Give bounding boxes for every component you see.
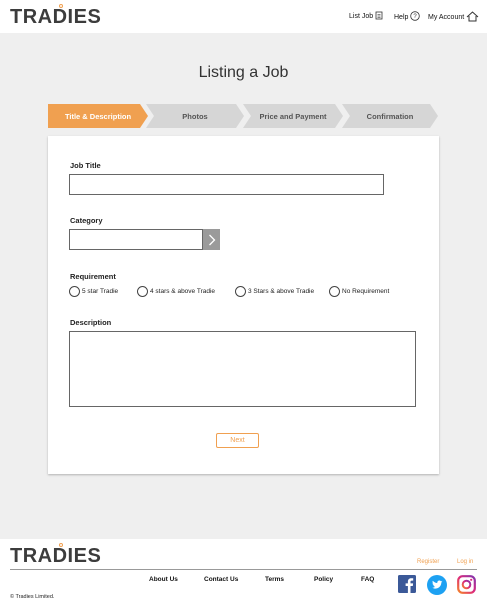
- clipboard-icon: [375, 11, 384, 22]
- radio-circle: [235, 286, 246, 297]
- next-button[interactable]: Next: [216, 433, 259, 448]
- list-job-label: List Job: [349, 13, 374, 20]
- step-label: Price and Payment: [259, 111, 327, 121]
- job-title-input[interactable]: [69, 174, 384, 195]
- footer-divider: [10, 569, 477, 570]
- footer-link-terms[interactable]: Terms: [265, 576, 284, 583]
- radio-circle: [69, 286, 80, 297]
- footer-link-contact[interactable]: Contact Us: [204, 576, 238, 583]
- logo-dot: [59, 4, 63, 8]
- footer-logo[interactable]: TRADIES: [10, 543, 102, 568]
- step-label: Confirmation: [366, 111, 414, 121]
- logo-text: TRADIES: [10, 545, 102, 567]
- step-photos[interactable]: Photos: [146, 104, 244, 128]
- step-label: Photos: [182, 111, 208, 121]
- job-title-label: Job Title: [70, 161, 101, 170]
- radio-circle: [329, 286, 340, 297]
- step-title-description[interactable]: Title & Description: [48, 104, 148, 128]
- page-title: Listing a Job: [198, 64, 289, 81]
- tradies-logo[interactable]: TRADIES: [10, 4, 102, 29]
- register-link[interactable]: Register: [417, 559, 439, 565]
- radio-label: 3 Stars & above Tradie: [248, 288, 315, 295]
- description-label: Description: [70, 318, 112, 327]
- svg-text:?: ?: [414, 14, 418, 20]
- twitter-icon[interactable]: [427, 575, 447, 595]
- description-textarea[interactable]: [69, 331, 416, 407]
- chevron-right-icon: [208, 234, 215, 245]
- instagram-icon[interactable]: [457, 575, 476, 594]
- copyright-text: © Tradies Limited.: [10, 594, 55, 600]
- question-circle-icon: ?: [410, 11, 421, 23]
- category-label: Category: [70, 216, 103, 225]
- my-account-label: My Account: [428, 14, 465, 21]
- footer-link-about[interactable]: About Us: [149, 576, 178, 583]
- requirement-label: Requirement: [70, 272, 116, 281]
- footer-link-policy[interactable]: Policy: [314, 576, 333, 583]
- radio-5-star[interactable]: 5 star Tradie: [69, 286, 118, 297]
- top-header: TRADIES List Job Help ? My Account: [0, 0, 487, 33]
- home-icon: [466, 11, 479, 24]
- radio-3-star[interactable]: 3 Stars & above Tradie: [235, 286, 314, 297]
- footer-link-faq[interactable]: FAQ: [361, 576, 374, 583]
- help-link[interactable]: Help ?: [394, 11, 421, 23]
- login-link[interactable]: Log in: [457, 559, 473, 565]
- radio-label: 5 star Tradie: [82, 288, 119, 295]
- radio-no-requirement[interactable]: No Requirement: [329, 286, 389, 297]
- logo-dot: [59, 543, 63, 547]
- facebook-icon[interactable]: [398, 575, 416, 593]
- list-job-link[interactable]: List Job: [349, 11, 384, 22]
- progress-steps: Title & Description Photos Price and Pay…: [48, 104, 438, 128]
- step-confirmation[interactable]: Confirmation: [342, 104, 438, 128]
- category-select[interactable]: [69, 229, 203, 250]
- radio-4-star[interactable]: 4 stars & above Tradie: [137, 286, 215, 297]
- radio-circle: [137, 286, 148, 297]
- radio-label: No Requirement: [342, 288, 390, 295]
- help-label: Help: [394, 13, 409, 21]
- step-price-payment[interactable]: Price and Payment: [243, 104, 343, 128]
- my-account-link[interactable]: My Account: [428, 11, 479, 24]
- logo-text: TRADIES: [10, 6, 102, 28]
- step-label: Title & Description: [64, 111, 132, 121]
- listing-form-card: Job Title Category Requirement 5 star Tr…: [48, 136, 439, 474]
- radio-label: 4 stars & above Tradie: [150, 288, 216, 295]
- category-arrow-button[interactable]: [203, 229, 220, 250]
- footer: TRADIES Register Log in About Us Contact…: [0, 539, 487, 607]
